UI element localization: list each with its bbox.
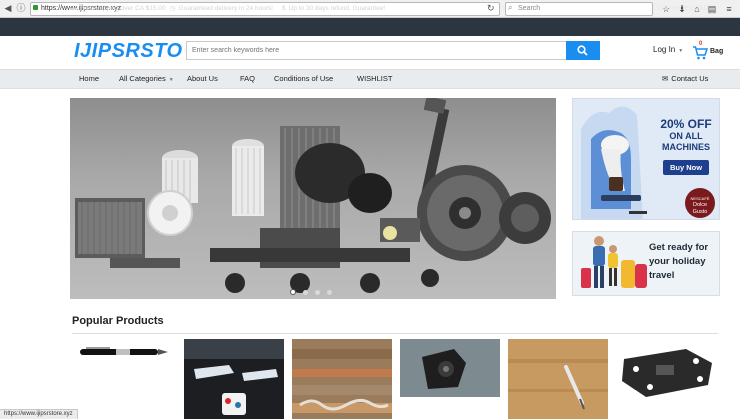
machines-line3: MACHINES (661, 142, 710, 152)
login-link[interactable]: Log In ▼ (653, 45, 683, 54)
cart-label: Bag (710, 48, 724, 55)
pen-product-image (80, 347, 168, 355)
search-icon (577, 45, 588, 56)
search-button[interactable] (566, 41, 600, 60)
popular-products-heading: Popular Products (72, 315, 164, 327)
product-card-pen[interactable] (76, 339, 176, 419)
nav-item-about-us[interactable]: About Us (187, 69, 218, 89)
auto-parts-image (75, 98, 551, 293)
reload-icon[interactable]: ↻ (487, 2, 495, 15)
product-card-wood-sign[interactable] (292, 339, 392, 419)
cart-count-badge: 0 (699, 41, 703, 47)
machines-discount: 20% OFF (660, 117, 712, 131)
dollar-icon: $ (282, 5, 286, 12)
clock-icon: ◷ (170, 5, 176, 12)
nav-item-conditions[interactable]: Conditions of Use (274, 69, 333, 89)
nav-item-home[interactable]: Home (79, 69, 99, 89)
promo-banner-machines[interactable]: 20% OFF ON ALL MACHINES Buy Now NESCAFÉ … (572, 98, 720, 220)
car-sticker-product-image (184, 339, 284, 419)
currency-selector[interactable]: Currencies:CAD (658, 0, 709, 18)
nav-item-wishlist[interactable]: WISHLIST (357, 69, 392, 89)
back-icon[interactable]: ◀ (2, 2, 14, 15)
product-card-car-sticker[interactable] (184, 339, 284, 419)
chevron-down-icon: ▼ (168, 77, 174, 83)
info-icon[interactable]: ⓘ (15, 2, 27, 15)
nav-item-contact-us[interactable]: ✉ Contact Us (662, 69, 708, 89)
stylus-pen-product-image (508, 339, 608, 419)
magnifier-icon: ⌕ (508, 3, 513, 12)
travel-line1: Get ready for (649, 242, 709, 253)
slider-dot-4[interactable] (327, 290, 332, 295)
nav-item-all-categories[interactable]: All Categories ▼ (119, 69, 174, 89)
hero-slider[interactable] (70, 98, 556, 299)
slider-dot-1[interactable] (290, 289, 296, 295)
wood-sign-product-image (292, 339, 392, 419)
buy-now-button[interactable]: Buy Now (663, 160, 709, 175)
promo-banner-travel[interactable]: Get ready for your holiday travel (572, 231, 720, 296)
product-card-stylus-pen[interactable] (508, 339, 608, 419)
info-item-refund: $ Up to 30 days refund. Guarantee! (282, 0, 385, 18)
site-logo[interactable]: IJIPSRSTO (74, 40, 183, 62)
info-bar (0, 18, 740, 36)
product-card-metal-part[interactable] (400, 339, 500, 419)
cart-button[interactable]: 0 Bag (692, 41, 724, 63)
slider-dot-2[interactable] (303, 290, 308, 295)
nescafe-dolce-gusto-logo: NESCAFÉ Dolce Gusto (685, 188, 715, 218)
travel-line2: your holiday (649, 256, 706, 267)
nav-item-faq[interactable]: FAQ (240, 69, 255, 89)
truck-icon: ▬ (70, 5, 77, 12)
status-bar: https://www.ijipsrstore.xyz (0, 409, 78, 419)
info-item-delivery: ◷ Guaranteed delivery in 24 hours! (170, 0, 273, 18)
browser-search-field[interactable]: Search (505, 2, 653, 16)
travel-line3: travel (649, 270, 675, 281)
product-card-mount-bracket[interactable] (616, 339, 716, 419)
search-input[interactable] (186, 41, 566, 60)
cart-icon (693, 46, 708, 60)
products-row (72, 333, 718, 419)
slider-dot-3[interactable] (315, 290, 320, 295)
mount-bracket-product-image (616, 339, 716, 419)
machines-line2: ON ALL (669, 131, 703, 141)
travel-family-image (581, 236, 647, 288)
chevron-down-icon: ▼ (678, 48, 684, 54)
lock-icon (33, 5, 38, 10)
menu-icon[interactable]: ≡ (722, 2, 736, 16)
envelope-icon: ✉ (662, 74, 669, 83)
info-item-shipping: ▬ Free shipping over CA $15.00 (70, 0, 166, 18)
metal-part-product-image (400, 339, 500, 397)
